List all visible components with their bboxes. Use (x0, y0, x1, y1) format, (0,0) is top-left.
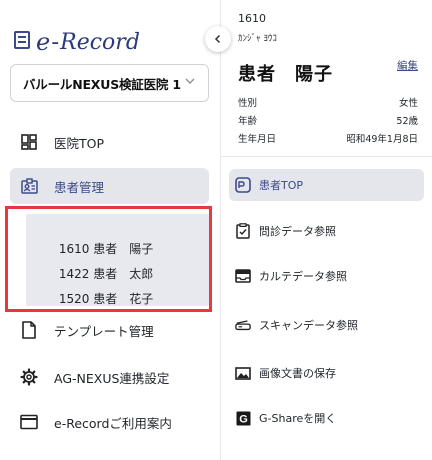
chart-tray-icon (235, 268, 251, 284)
info-key: 性別 (238, 98, 258, 109)
gear-icon (20, 368, 38, 386)
logo-e: e (36, 28, 51, 56)
menu-label: 画像文書の保存 (259, 367, 336, 380)
info-value: 女性 (398, 98, 418, 109)
window-icon (20, 413, 38, 431)
clinic-select-value: バルールNEXUS検証医院 1 (23, 76, 181, 92)
menu-patient-top[interactable]: 患者TOP (229, 169, 424, 201)
menu-chart-data[interactable]: カルテデータ参照 (229, 260, 424, 292)
recent-patients-list: 1610 患者 陽子 1422 患者 太郎 1520 患者 花子 (26, 214, 209, 306)
collapse-sidebar-button[interactable] (205, 26, 231, 52)
menu-scan-data[interactable]: スキャンデータ参照 (229, 309, 424, 341)
scanner-icon (235, 317, 251, 333)
image-icon (235, 365, 251, 381)
chevron-down-icon (184, 75, 196, 87)
menu-label: カルテデータ参照 (259, 270, 347, 283)
patient-name: 患者 花子 (93, 292, 154, 306)
info-key: 年齢 (238, 116, 258, 127)
nav-patient-management[interactable]: 患者管理 (10, 168, 209, 204)
menu-label: 患者TOP (259, 179, 304, 192)
patient-id-icon (20, 177, 38, 195)
patient-panel: 1610 ｶﾝｼﾞｬ ﾖｳｺ 患者 陽子 編集 性別 女性 年齢 52歳 生年月… (221, 0, 432, 460)
divider (221, 156, 432, 157)
info-key: 生年月日 (238, 134, 277, 145)
info-value: 昭和49年1月8日 (346, 134, 418, 145)
clinic-select[interactable]: バルールNEXUS検証医院 1 (10, 64, 209, 102)
nav-template-management[interactable]: テンプレート管理 (0, 312, 221, 348)
nav-ag-nexus-settings[interactable]: AG-NEXUS連携設定 (0, 359, 221, 395)
logo-book-icon (14, 31, 30, 49)
patient-top-icon (235, 177, 251, 193)
dashboard-icon (20, 133, 38, 151)
svg-text:G: G (239, 413, 248, 425)
edit-patient-link[interactable]: 編集 (397, 58, 418, 73)
patient-name-display: 患者 陽子 (238, 64, 333, 85)
info-value: 52歳 (396, 116, 418, 127)
menu-save-image-document[interactable]: 画像文書の保存 (229, 357, 424, 389)
g-share-icon: G (235, 410, 251, 426)
menu-label: 問診データ参照 (259, 225, 336, 238)
nav-label: テンプレート管理 (54, 323, 154, 339)
menu-label: G-Shareを開く (259, 412, 337, 425)
logo-dash: - (51, 30, 60, 55)
patient-id-display: 1610 (238, 12, 266, 25)
menu-questionnaire-data[interactable]: 問診データ参照 (229, 215, 424, 247)
patient-id: 1520 (58, 292, 90, 306)
nav-clinic-top[interactable]: 医院TOP (0, 124, 221, 160)
menu-label: スキャンデータ参照 (259, 319, 358, 332)
questionnaire-icon (235, 223, 251, 239)
e-record-logo[interactable]: e - Record (14, 24, 140, 54)
nav-label: 患者管理 (54, 179, 105, 195)
menu-open-g-share[interactable]: G G-Shareを開く (229, 402, 424, 434)
document-icon (20, 321, 38, 339)
chevron-left-icon (214, 34, 221, 44)
nav-label: e-Recordご利用案内 (54, 415, 172, 431)
nav-e-record-guide[interactable]: e-Recordご利用案内 (0, 404, 221, 440)
patient-kana: ｶﾝｼﾞｬ ﾖｳｺ (238, 34, 277, 44)
sidebar: e - Record バルールNEXUS検証医院 1 医院TOP 患者管理 16… (0, 0, 221, 460)
logo-record: Record (60, 30, 140, 55)
nav-label: AG-NEXUS連携設定 (54, 370, 170, 386)
nav-label: 医院TOP (54, 135, 105, 151)
